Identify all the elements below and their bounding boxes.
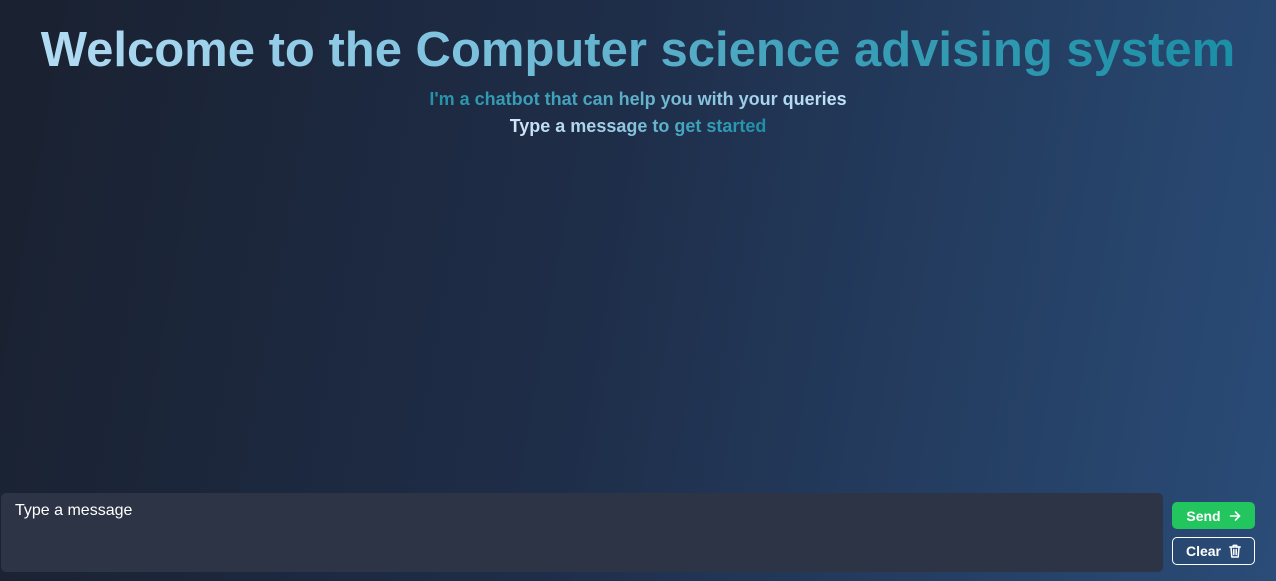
message-input[interactable] — [1, 493, 1163, 572]
subtitle-intro: I'm a chatbot that can help you with you… — [429, 86, 846, 113]
page-title: Welcome to the Computer science advising… — [33, 22, 1244, 78]
send-button-label: Send — [1186, 507, 1221, 524]
send-button[interactable]: Send — [1172, 502, 1255, 529]
arrow-right-icon — [1229, 510, 1241, 522]
welcome-header: Welcome to the Computer science advising… — [0, 22, 1276, 140]
trash-icon — [1229, 544, 1241, 558]
message-composer — [1, 493, 1163, 572]
clear-button[interactable]: Clear — [1172, 537, 1255, 565]
clear-button-label: Clear — [1185, 543, 1222, 559]
subtitle-instruction: Type a message to get started — [510, 113, 767, 140]
